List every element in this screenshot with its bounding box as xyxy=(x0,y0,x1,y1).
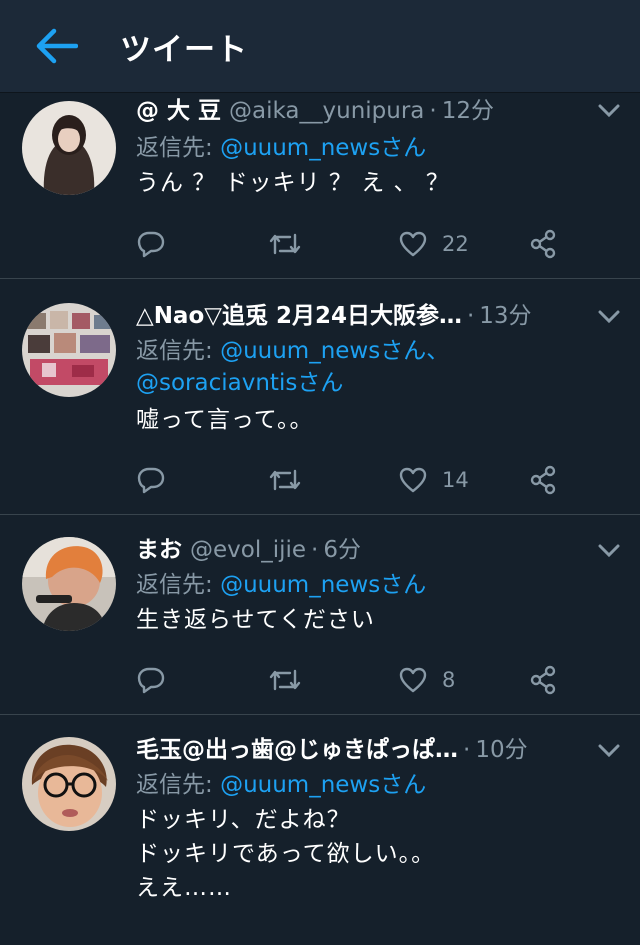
chevron-down-icon[interactable] xyxy=(598,543,620,562)
user-handle[interactable]: @evol_ijie xyxy=(190,535,306,565)
back-button[interactable] xyxy=(0,0,120,93)
reply-prefix: 返信先: xyxy=(136,338,221,364)
reply-button[interactable] xyxy=(136,662,166,698)
separator-dot: · xyxy=(466,303,475,329)
reply-button[interactable] xyxy=(136,226,166,262)
user-handle[interactable]: @aika__yunipura xyxy=(229,96,424,126)
page-title: ツイート xyxy=(120,31,248,68)
reply-prefix: 返信先: xyxy=(136,135,221,161)
tweet-header: @ 大 豆 @aika__yunipura · 12分 xyxy=(136,96,620,126)
heart-icon xyxy=(399,231,427,257)
display-name[interactable]: まお xyxy=(136,535,182,565)
tweet[interactable]: 毛玉@出っ歯@じゅきぱっぱ… · 10分 返信先: @uuum_newsさん ド… xyxy=(0,715,640,945)
retweet-icon xyxy=(269,469,301,491)
tweet-header: まお @evol_ijie · 6分 xyxy=(136,535,620,565)
tweet-header: 毛玉@出っ歯@じゅきぱっぱ… · 10分 xyxy=(136,735,620,765)
like-count: 14 xyxy=(442,468,469,492)
tweet-text: ドッキリ、だよね？ ドッキリであって欲しい。。 ええ…… xyxy=(136,807,436,901)
share-icon xyxy=(530,229,556,259)
reply-prefix: 返信先: xyxy=(136,572,221,598)
back-arrow-icon xyxy=(36,28,78,64)
separator-dot: · xyxy=(311,537,319,563)
tweet-text: 嘘って言って。。 xyxy=(136,407,314,433)
display-name[interactable]: 毛玉@出っ歯@じゅきぱっぱ… xyxy=(136,735,458,765)
reply-mention-2[interactable]: @soraciavntisさん xyxy=(136,370,343,396)
avatar[interactable] xyxy=(22,537,116,631)
tweet-list: @ 大 豆 @aika__yunipura · 12分 返信先: @uuum_n… xyxy=(0,93,640,945)
share-button[interactable] xyxy=(528,226,558,262)
like-button[interactable]: 14 xyxy=(398,462,469,498)
like-count: 8 xyxy=(442,668,456,692)
display-name[interactable]: @ 大 豆 xyxy=(136,96,221,126)
reply-mention[interactable]: @uuum_newsさん xyxy=(220,772,426,798)
share-icon xyxy=(530,465,556,495)
reply-to: 返信先: @uuum_newsさん xyxy=(136,769,620,801)
reply-icon xyxy=(137,231,165,258)
retweet-button[interactable] xyxy=(268,226,302,262)
timestamp[interactable]: 12分 xyxy=(442,96,494,126)
share-button[interactable] xyxy=(528,462,558,498)
timestamp[interactable]: 13分 xyxy=(479,301,531,331)
like-button[interactable]: 22 xyxy=(398,226,469,262)
like-count: 22 xyxy=(442,232,469,256)
retweet-button[interactable] xyxy=(268,662,302,698)
retweet-button[interactable] xyxy=(268,462,302,498)
chevron-down-icon[interactable] xyxy=(598,743,620,762)
timestamp[interactable]: 6分 xyxy=(323,535,361,565)
heart-icon xyxy=(399,667,427,693)
separator-dot: · xyxy=(429,98,437,124)
retweet-icon xyxy=(269,669,301,691)
action-bar: 8 xyxy=(136,662,620,698)
heart-icon xyxy=(399,467,427,493)
share-button[interactable] xyxy=(528,662,558,698)
tweet-header: △Nao▽追兎 2月24日大阪参… · 13分 xyxy=(136,301,620,331)
avatar[interactable] xyxy=(22,303,116,397)
reply-button[interactable] xyxy=(136,462,166,498)
display-name[interactable]: △Nao▽追兎 2月24日大阪参… xyxy=(136,301,462,331)
reply-mention[interactable]: @uuum_newsさん xyxy=(220,135,426,161)
reply-to: 返信先: @uuum_newsさん xyxy=(136,569,620,601)
separator-dot: · xyxy=(463,737,471,763)
tweet-text: 生き返らせてください xyxy=(136,607,375,633)
reply-icon xyxy=(137,467,165,494)
timestamp[interactable]: 10分 xyxy=(475,735,527,765)
share-icon xyxy=(530,665,556,695)
avatar[interactable] xyxy=(22,101,116,195)
reply-mention[interactable]: @uuum_newsさん、 xyxy=(220,338,449,364)
reply-prefix: 返信先: xyxy=(136,772,221,798)
tweet-text: うん ？ ドッキリ ？ え 、 ？ xyxy=(136,170,450,196)
avatar[interactable] xyxy=(22,737,116,831)
retweet-icon xyxy=(269,233,301,255)
chevron-down-icon[interactable] xyxy=(598,309,620,328)
reply-to: 返信先: @uuum_newsさん xyxy=(136,132,620,164)
reply-to: 返信先: @uuum_newsさん、 @soraciavntisさん xyxy=(136,335,620,399)
like-button[interactable]: 8 xyxy=(398,662,455,698)
action-bar: 14 xyxy=(136,462,620,498)
top-bar: ツイート xyxy=(0,0,640,93)
chevron-down-icon[interactable] xyxy=(598,103,620,122)
reply-icon xyxy=(137,667,165,694)
action-bar: 22 xyxy=(136,226,620,262)
reply-mention[interactable]: @uuum_newsさん xyxy=(220,572,426,598)
